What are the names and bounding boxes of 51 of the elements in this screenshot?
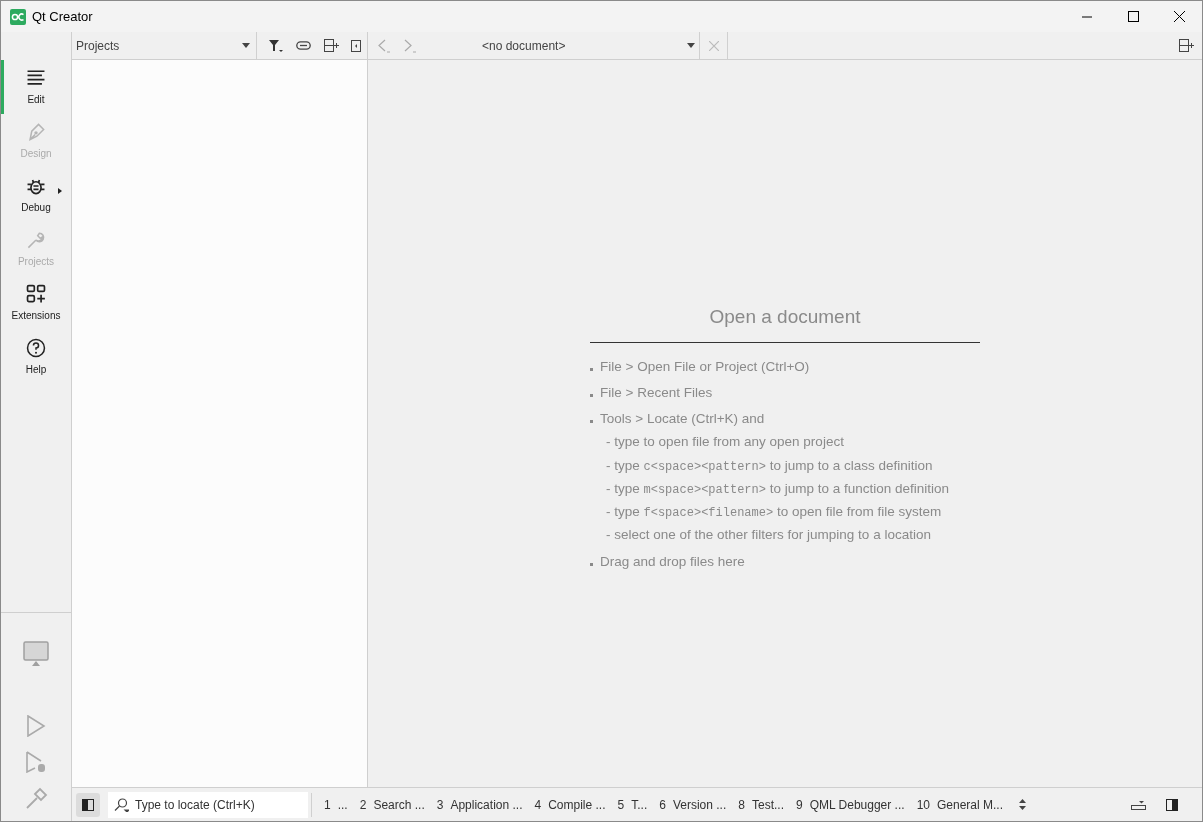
hint-text: - type f<space><filename> to open file from file system xyxy=(605,503,942,522)
mode-button[interactable]: Extensions xyxy=(1,276,71,330)
bullet-icon xyxy=(590,367,593,371)
output-pane-button[interactable]: 1 ... xyxy=(318,795,354,814)
bullet-icon xyxy=(590,420,593,423)
locator-field[interactable]: Type to locate (Ctrl+K) xyxy=(108,791,308,818)
hint-text: - type c<space><pattern> to jump to a class definition xyxy=(605,456,933,476)
output-pane-button[interactable]: 10 General M... xyxy=(910,795,1009,814)
panel-size-icon[interactable] xyxy=(1131,799,1146,810)
toggle-sidebar-button[interactable] xyxy=(76,792,100,817)
up-down-arrows-icon[interactable] xyxy=(1019,799,1026,810)
mode-button[interactable]: Debug xyxy=(1,168,71,222)
welcome-title: Open a document xyxy=(590,303,980,343)
window-title: Qt Creator xyxy=(32,7,93,26)
dropdown-arrow-icon xyxy=(242,43,250,48)
search-icon xyxy=(114,797,129,812)
output-pane-button[interactable]: 2 Search ... xyxy=(353,795,431,814)
close-sidebar-icon[interactable] xyxy=(351,39,361,52)
output-pane-button[interactable]: 4 Compile ... xyxy=(528,795,612,814)
sidebar-icon xyxy=(82,798,94,811)
output-pane-button[interactable]: 6 Version ... xyxy=(653,795,733,814)
hint-text: File > Open File or Project (Ctrl+O) xyxy=(600,357,810,376)
help-icon xyxy=(25,337,47,359)
view-selector[interactable]: Projects xyxy=(72,32,257,59)
hint-text: Tools > Locate (Ctrl+K) and xyxy=(600,410,765,428)
bullet-icon xyxy=(590,393,593,397)
filter-icon[interactable] xyxy=(269,39,283,52)
hint-text: - select one of the other filters for jumping to a location xyxy=(605,526,931,545)
document-selector[interactable]: <no document> xyxy=(444,32,700,59)
wrench-icon xyxy=(25,229,47,251)
split-icon[interactable] xyxy=(1179,39,1194,52)
hint-text: - type m<space><pattern> to jump to a function definition xyxy=(605,479,950,499)
mode-button[interactable]: Help xyxy=(1,330,71,384)
close-icon xyxy=(1173,11,1185,22)
output-pane-button[interactable]: 5 T... xyxy=(611,795,654,814)
bullet-icon xyxy=(590,562,593,566)
minimize-icon xyxy=(1082,15,1092,18)
maximize-icon xyxy=(1127,11,1139,22)
output-pane-button[interactable]: 3 Application ... xyxy=(430,795,529,814)
right-sidebar-icon[interactable] xyxy=(1166,798,1178,811)
hint-text: File > Recent Files xyxy=(600,383,713,402)
grid-plus-icon xyxy=(25,283,47,305)
output-pane-button[interactable]: 9 QML Debugger ... xyxy=(790,795,911,814)
dropdown-arrow-icon xyxy=(687,43,695,48)
split-icon[interactable] xyxy=(324,39,339,52)
link-icon[interactable] xyxy=(296,41,311,50)
output-pane-button[interactable]: 8 Test... xyxy=(732,795,790,814)
close-icon xyxy=(708,40,719,51)
hint-text: - type to open file from any open project xyxy=(605,433,844,452)
hint-text: Drag and drop files here xyxy=(600,552,745,571)
app-logo-icon xyxy=(10,8,26,25)
